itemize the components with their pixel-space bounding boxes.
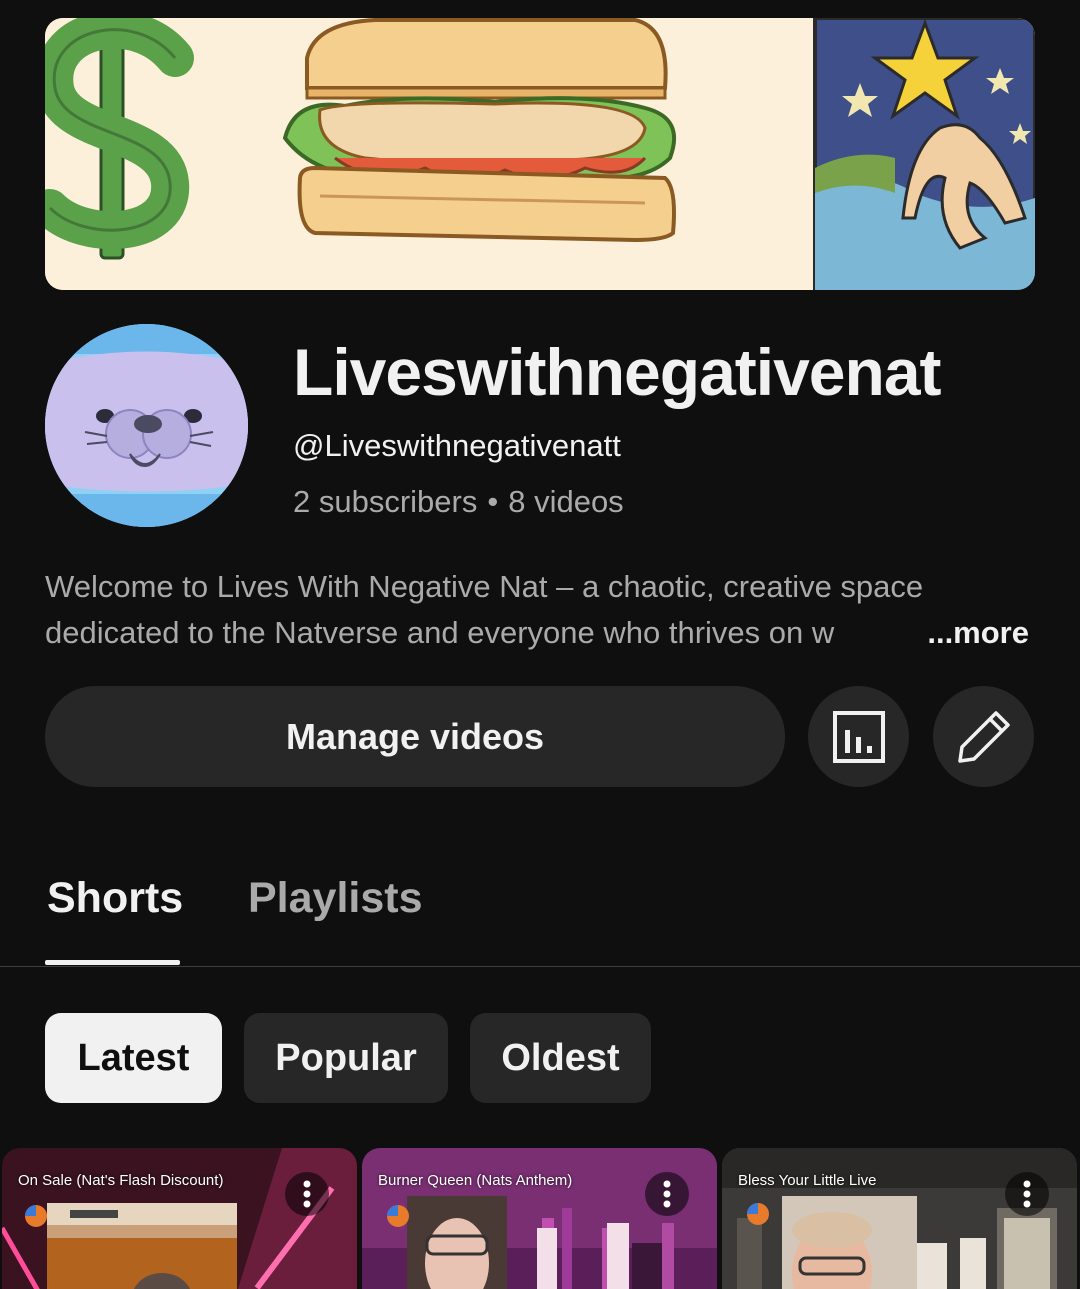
short-title: Burner Queen (Nats Anthem) bbox=[378, 1172, 573, 1189]
channel-name: Liveswithnegativenat bbox=[293, 335, 942, 409]
tab-playlists[interactable]: Playlists bbox=[248, 874, 423, 923]
channel-page: Liveswithnegativenat @Liveswithnegativen… bbox=[0, 0, 1080, 1289]
more-vert-icon bbox=[303, 1180, 311, 1208]
subscriber-count: 2 subscribers bbox=[293, 484, 478, 519]
sandwich-illustration bbox=[282, 18, 676, 243]
banner-illustration bbox=[45, 18, 1035, 290]
channel-handle: @Liveswithnegativenatt bbox=[293, 428, 621, 463]
video-count: 8 videos bbox=[508, 484, 624, 519]
short-thumbnail bbox=[722, 1148, 1077, 1289]
channel-banner bbox=[45, 18, 1035, 290]
pencil-icon bbox=[957, 710, 1010, 763]
short-card[interactable]: Bless Your Little Live bbox=[722, 1148, 1077, 1289]
more-link[interactable]: ...more bbox=[927, 610, 1029, 656]
short-thumbnail bbox=[362, 1148, 717, 1289]
channel-stats: 2 subscribers • 8 videos bbox=[293, 484, 624, 520]
edit-channel-button[interactable] bbox=[933, 686, 1034, 787]
chip-oldest[interactable]: Oldest bbox=[470, 1013, 651, 1103]
analytics-icon bbox=[832, 710, 885, 763]
stats-separator: • bbox=[487, 484, 499, 519]
seal-avatar-image bbox=[45, 324, 248, 527]
channel-avatar[interactable] bbox=[45, 324, 248, 527]
description-line-2: dedicated to the Natverse and everyone w… bbox=[45, 610, 1035, 656]
description-line-1: Welcome to Lives With Negative Nat – a c… bbox=[45, 569, 924, 604]
more-vert-icon bbox=[663, 1180, 671, 1208]
chip-popular[interactable]: Popular bbox=[244, 1013, 448, 1103]
more-options-button[interactable] bbox=[1005, 1172, 1049, 1216]
active-tab-indicator bbox=[45, 960, 180, 965]
chip-latest[interactable]: Latest bbox=[45, 1013, 222, 1103]
more-vert-icon bbox=[1023, 1180, 1031, 1208]
channel-description[interactable]: Welcome to Lives With Negative Nat – a c… bbox=[45, 564, 1035, 656]
analytics-button[interactable] bbox=[808, 686, 909, 787]
short-thumbnail bbox=[2, 1148, 357, 1289]
short-card[interactable]: On Sale (Nat's Flash Discount) bbox=[2, 1148, 357, 1289]
description-line-2-text: dedicated to the Natverse and everyone w… bbox=[45, 615, 835, 650]
more-options-button[interactable] bbox=[285, 1172, 329, 1216]
short-card[interactable]: Burner Queen (Nats Anthem) bbox=[362, 1148, 717, 1289]
short-title: On Sale (Nat's Flash Discount) bbox=[18, 1172, 224, 1189]
channel-tabs: Shorts Playlists bbox=[0, 860, 1080, 966]
manage-videos-button[interactable]: Manage videos bbox=[45, 686, 785, 787]
tabs-divider bbox=[0, 966, 1080, 967]
tab-shorts[interactable]: Shorts bbox=[47, 874, 183, 923]
tarot-card-illustration bbox=[813, 18, 1035, 290]
short-title: Bless Your Little Live bbox=[738, 1172, 877, 1189]
more-options-button[interactable] bbox=[645, 1172, 689, 1216]
